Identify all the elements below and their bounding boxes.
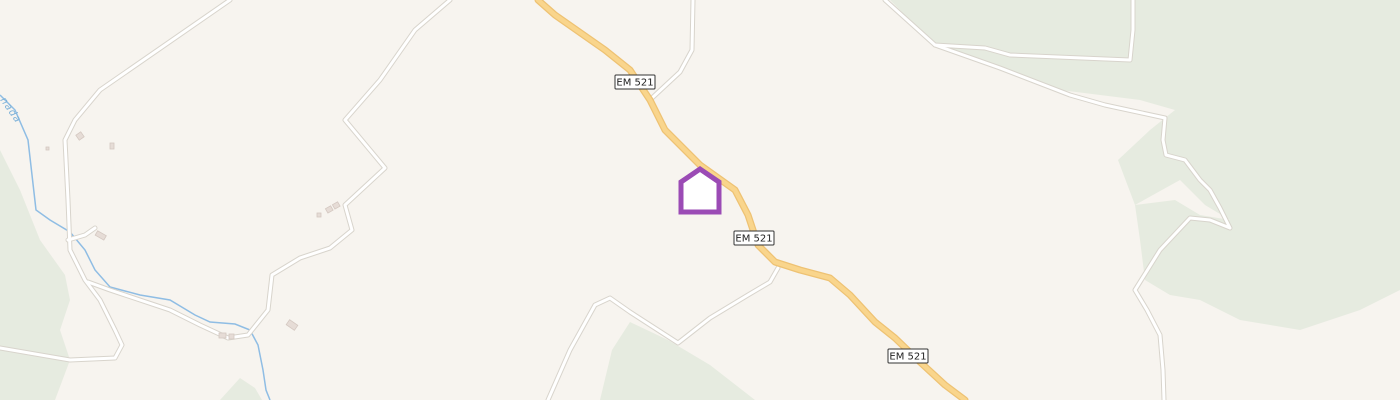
home-icon[interactable] xyxy=(678,165,722,215)
road-shield-em521: EM 521 xyxy=(887,348,929,364)
road-shield-label: EM 521 xyxy=(616,78,653,89)
road-shield-label: EM 521 xyxy=(889,352,926,363)
building xyxy=(45,146,50,151)
building xyxy=(109,142,115,150)
road-shield-label: EM 521 xyxy=(735,234,772,245)
building xyxy=(228,333,235,340)
building xyxy=(218,332,227,339)
map-view[interactable]: nada EM 521 EM 521 EM 521 xyxy=(0,0,1400,400)
road-shield-em521: EM 521 xyxy=(614,74,656,90)
building xyxy=(316,212,322,218)
map-canvas[interactable]: nada EM 521 EM 521 EM 521 xyxy=(0,0,1400,400)
road-shield-em521: EM 521 xyxy=(733,230,775,246)
